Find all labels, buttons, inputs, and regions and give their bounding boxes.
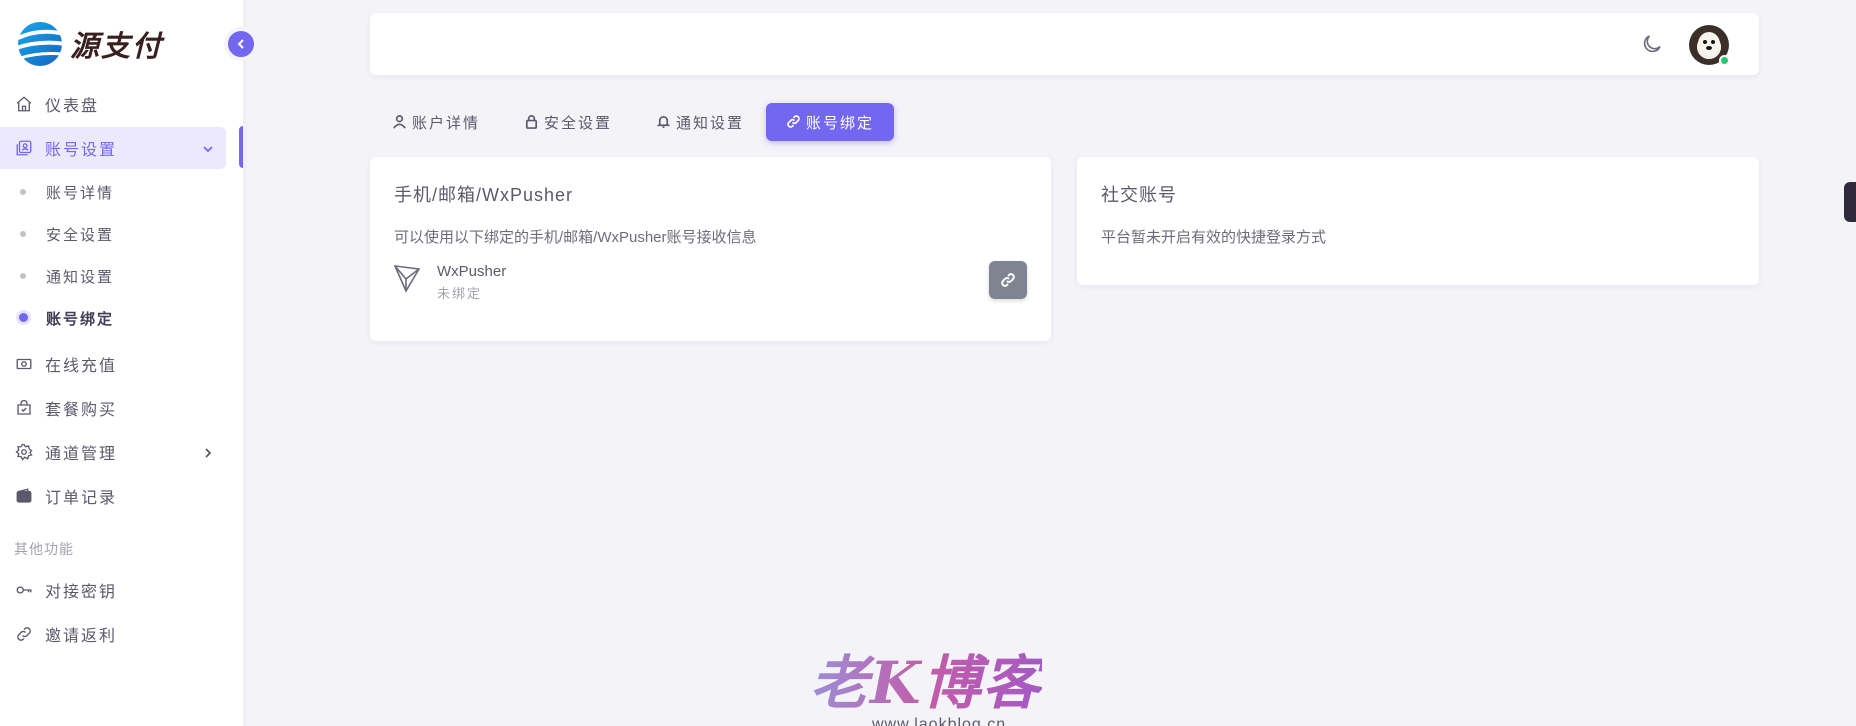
avatar-nose <box>1706 46 1712 50</box>
bind-wxpusher-button[interactable] <box>989 261 1027 299</box>
binding-name: WxPusher <box>437 263 507 280</box>
chevron-right-icon <box>205 448 212 458</box>
tab-label: 账号绑定 <box>806 114 875 132</box>
wxpusher-binding-row: WxPusher 未绑定 <box>393 261 1027 307</box>
sidebar-item-channels[interactable]: 通道管理 <box>0 431 226 473</box>
shopping-bag-icon <box>17 399 31 415</box>
watermark: 老K博客 <box>810 636 1042 720</box>
sidebar-item-label: 账号设置 <box>45 142 118 159</box>
moon-icon <box>1643 35 1661 53</box>
tab-security[interactable]: 安全设置 <box>502 103 628 141</box>
lock-icon <box>525 115 538 129</box>
sidebar-subitem-account-details[interactable]: 账号详情 <box>0 171 243 213</box>
chevron-down-icon <box>203 146 213 153</box>
sidebar: 源支付 仪表盘 账号设置 账号详情 安全设置 通知设置 账号绑定 在线充值 套餐… <box>0 0 258 726</box>
tab-account-details[interactable]: 账户详情 <box>370 103 496 141</box>
sidebar-item-label: 通道管理 <box>45 446 118 463</box>
card-description: 平台暂未开启有效的快捷登录方式 <box>1101 229 1327 246</box>
top-navbar <box>370 13 1759 75</box>
sidebar-item-referral[interactable]: 邀请返利 <box>0 613 226 655</box>
tab-label: 账户详情 <box>412 114 481 132</box>
link-icon <box>787 115 800 128</box>
sidebar-item-orders[interactable]: 订单记录 <box>0 475 226 517</box>
user-icon <box>393 115 406 129</box>
settings-tabs: 账户详情 安全设置 通知设置 账号绑定 <box>370 103 895 141</box>
card-title: 手机/邮箱/WxPusher <box>394 185 574 205</box>
tab-notifications[interactable]: 通知设置 <box>634 103 760 141</box>
link-icon <box>17 627 31 641</box>
bell-icon <box>656 115 671 128</box>
social-accounts-card: 社交账号 平台暂未开启有效的快捷登录方式 <box>1077 157 1759 285</box>
binding-status: 未绑定 <box>437 286 483 301</box>
paper-plane-icon <box>393 265 421 293</box>
tab-label: 安全设置 <box>544 114 613 132</box>
section-label-other: 其他功能 <box>14 541 74 557</box>
sidebar-subitem-account-binding[interactable]: 账号绑定 <box>0 297 243 339</box>
sidebar-item-label: 邀请返利 <box>45 628 118 645</box>
cash-icon <box>16 358 32 370</box>
sidebar-item-label: 套餐购买 <box>45 402 118 419</box>
customizer-handle[interactable] <box>1844 182 1856 222</box>
watermark-url: www.laokblog.cn <box>872 716 1007 726</box>
home-icon <box>16 96 32 112</box>
avatar-eye <box>1711 40 1715 44</box>
tab-account-binding[interactable]: 账号绑定 <box>766 103 895 141</box>
online-status-dot <box>1719 55 1730 66</box>
card-description: 可以使用以下绑定的手机/邮箱/WxPusher账号接收信息 <box>394 229 757 246</box>
brand-name: 源支付 <box>70 29 164 63</box>
sidebar-item-label: 订单记录 <box>45 490 118 507</box>
sidebar-item-packages[interactable]: 套餐购买 <box>0 387 226 429</box>
globe-logo-icon <box>15 22 66 66</box>
key-icon <box>16 586 32 594</box>
user-avatar[interactable] <box>1689 25 1730 66</box>
active-indicator <box>239 126 243 168</box>
theme-toggle-button[interactable] <box>1640 32 1664 56</box>
sidebar-item-dashboard[interactable]: 仪表盘 <box>0 83 226 125</box>
wallet-icon <box>16 488 32 503</box>
avatar-face <box>1698 32 1720 56</box>
sidebar-collapse-button[interactable] <box>224 27 258 61</box>
sidebar-item-recharge[interactable]: 在线充值 <box>0 343 226 385</box>
binding-card: 手机/邮箱/WxPusher 可以使用以下绑定的手机/邮箱/WxPusher账号… <box>370 157 1051 341</box>
chevron-left-icon <box>237 39 244 49</box>
tab-label: 通知设置 <box>676 114 745 132</box>
brand-logo[interactable]: 源支付 <box>14 18 163 70</box>
gear-icon <box>15 443 33 461</box>
sidebar-subitem-notifications[interactable]: 通知设置 <box>0 255 243 297</box>
avatar-eye <box>1703 40 1707 44</box>
card-title: 社交账号 <box>1101 185 1177 205</box>
sidebar-item-api-keys[interactable]: 对接密钥 <box>0 569 226 611</box>
sidebar-menu: 仪表盘 账号设置 账号详情 安全设置 通知设置 账号绑定 在线充值 套餐购买 通… <box>0 83 243 657</box>
sidebar-subitem-security[interactable]: 安全设置 <box>0 213 243 255</box>
sidebar-item-account-settings[interactable]: 账号设置 <box>0 127 226 169</box>
link-icon <box>1001 273 1015 287</box>
sidebar-item-label: 对接密钥 <box>45 584 118 601</box>
sidebar-item-label: 仪表盘 <box>45 98 100 115</box>
sidebar-item-label: 在线充值 <box>45 358 118 375</box>
user-card-icon <box>16 140 32 156</box>
